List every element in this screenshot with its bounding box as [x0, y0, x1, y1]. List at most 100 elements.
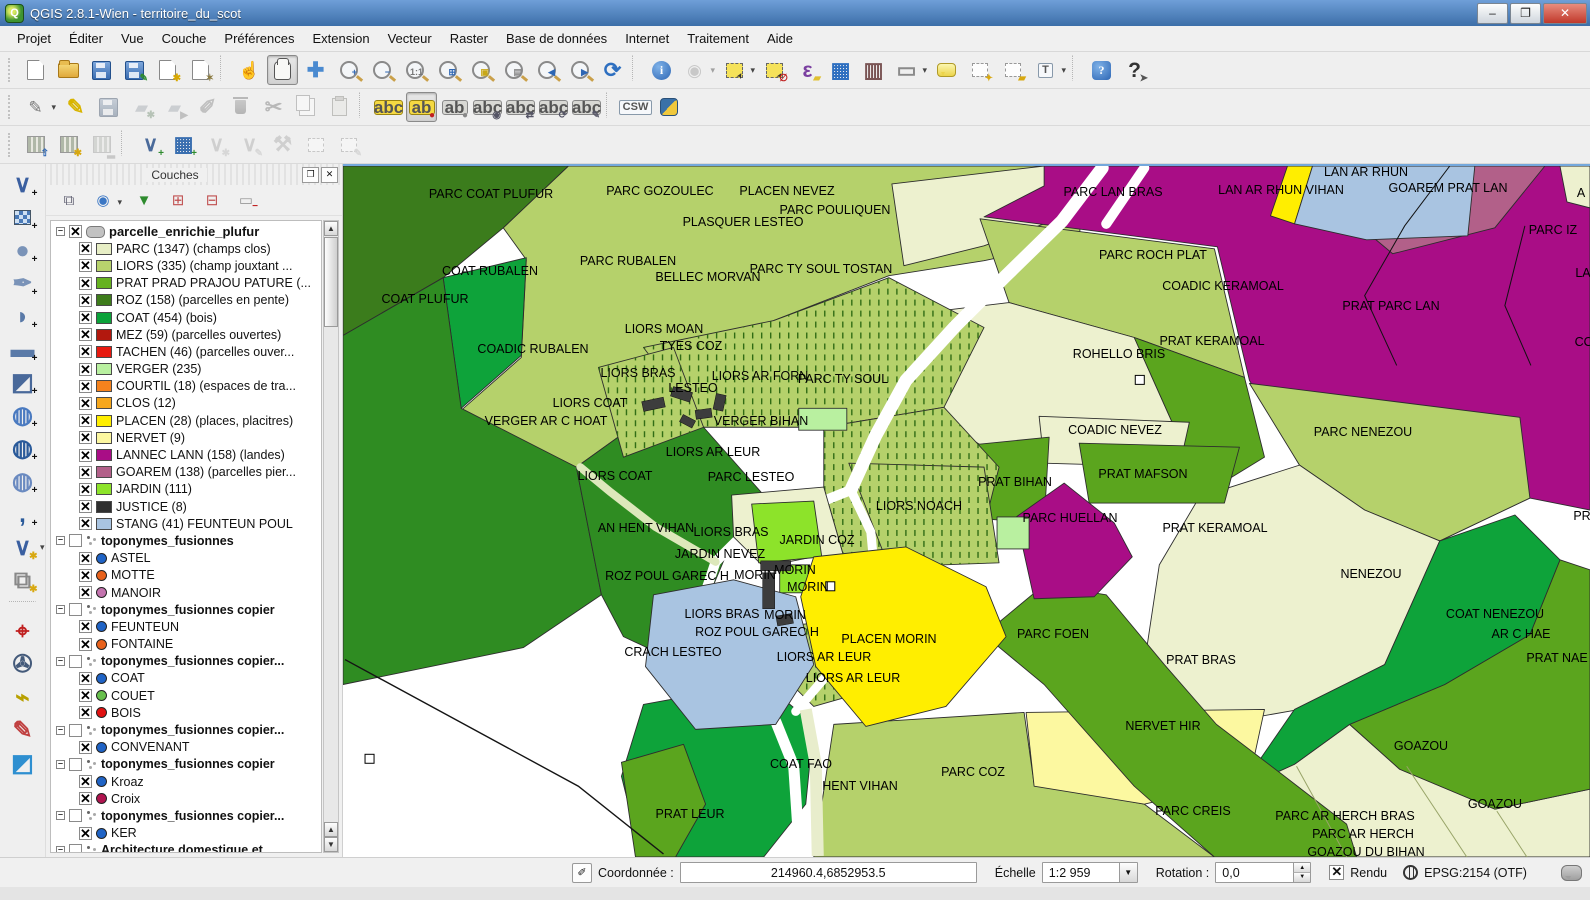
zoom-to-layer-button[interactable]: ▤	[498, 55, 529, 85]
add-oracle-layer-button[interactable]: ▬ +	[6, 334, 40, 365]
add-group-button[interactable]: ⧉	[55, 187, 83, 213]
filter-legend-button[interactable]: ▼	[130, 187, 158, 213]
menu-item[interactable]: Aide	[758, 28, 802, 49]
layer-tree-row[interactable]: ✕ PLACEN (28) (places, placitres)	[53, 412, 321, 429]
menu-item[interactable]: Internet	[616, 28, 678, 49]
layer-checkbox[interactable]: ✕	[69, 225, 82, 238]
statistics-button[interactable]: ▥	[858, 55, 889, 85]
layer-checkbox[interactable]: ✕	[79, 552, 92, 565]
layer-tree-row[interactable]: ✕ PARC (1347) (champs clos)	[53, 240, 321, 257]
label-highlight-button[interactable]: ab ●	[439, 92, 470, 122]
clip-raster-tool-button[interactable]: ▦ +	[168, 130, 199, 160]
layer-tree-row[interactable]: ✕ parcelle_enrichie_plufur	[53, 223, 321, 240]
menu-item[interactable]: Raster	[441, 28, 497, 49]
layer-labeling-button[interactable]: abc	[373, 92, 404, 122]
zoom-to-selection-button[interactable]: ▣	[465, 55, 496, 85]
paste-features-button[interactable]	[324, 92, 355, 122]
layer-tree-row[interactable]: ✕ FONTAINE	[53, 636, 321, 653]
layer-tree-row[interactable]: ✕ COAT	[53, 670, 321, 687]
raster-star-button[interactable]: ✱	[53, 130, 84, 160]
layer-checkbox[interactable]	[69, 534, 82, 547]
layer-tree-row[interactable]: ✕ COAT (454) (bois)	[53, 309, 321, 326]
layer-tree-row[interactable]: ✕ PRAT PRAD PRAJOU PATURE (...	[53, 275, 321, 292]
zoom-next-button[interactable]: ▶	[564, 55, 595, 85]
layer-checkbox[interactable]: ✕	[79, 294, 92, 307]
deselect-features-button[interactable]: ∅	[759, 55, 790, 85]
layer-checkbox[interactable]: ✕	[79, 242, 92, 255]
new-print-composer-button[interactable]: ✱	[152, 55, 183, 85]
show-hide-labels-button[interactable]: abc ◉	[472, 92, 503, 122]
layer-checkbox[interactable]: ✕	[79, 827, 92, 840]
expander-icon[interactable]	[56, 846, 65, 853]
node-tool-button[interactable]: ✐	[192, 92, 223, 122]
select-by-expression-button[interactable]: ε ▰	[792, 55, 823, 85]
menu-item[interactable]: Éditer	[60, 28, 112, 49]
menu-item[interactable]: Extension	[304, 28, 379, 49]
layer-checkbox[interactable]: ✕	[79, 517, 92, 530]
expander-icon[interactable]	[56, 657, 65, 666]
add-mssql-layer-button[interactable]: ◗ +	[6, 301, 40, 332]
layer-checkbox[interactable]	[69, 724, 82, 737]
add-postgis-layer-button[interactable]: ● +	[6, 235, 40, 266]
coordinate-capture-button[interactable]: ⌖	[6, 616, 40, 647]
layer-tree-row[interactable]: ✕ COURTIL (18) (espaces de tra...	[53, 378, 321, 395]
collapse-all-button[interactable]: ⊟	[198, 187, 226, 213]
layer-tree-row[interactable]: Architecture domestique et ...	[53, 842, 321, 853]
layer-checkbox[interactable]: ✕	[79, 380, 92, 393]
current-edits-button[interactable]: ✎	[20, 92, 51, 122]
layer-checkbox[interactable]: ✕	[79, 277, 92, 290]
polygon-node-tool-button[interactable]: ◩	[6, 748, 40, 779]
maximize-button[interactable]: ❐	[1510, 3, 1541, 24]
menu-item[interactable]: Vue	[112, 28, 153, 49]
layer-checkbox[interactable]	[69, 603, 82, 616]
zoom-in-button[interactable]: +	[333, 55, 364, 85]
layer-tree-row[interactable]: ✕ STANG (41) FEUNTEUN POUL	[53, 515, 321, 532]
layer-checkbox[interactable]: ✕	[79, 397, 92, 410]
map-canvas[interactable]: PARC COAT PLUFUR PARC GOZOULEC PLACEN NE…	[343, 164, 1590, 857]
new-project-button[interactable]	[20, 55, 51, 85]
layer-tree-row[interactable]: ✕ GOAREM (138) (parcelles pier...	[53, 464, 321, 481]
layer-tree-row[interactable]: ✕ ROZ (158) (parcelles en pente)	[53, 292, 321, 309]
layer-checkbox[interactable]	[69, 655, 82, 668]
zoom-last-button[interactable]: ◀	[531, 55, 562, 85]
layer-tree-row[interactable]: ✕ NERVET (9)	[53, 429, 321, 446]
change-label-button[interactable]: abc ✎	[571, 92, 602, 122]
layer-checkbox[interactable]: ✕	[79, 775, 92, 788]
vector-star-tool-button[interactable]: ∨ ✱	[201, 130, 232, 160]
expander-icon[interactable]	[56, 536, 65, 545]
python-console-button[interactable]	[653, 92, 684, 122]
layer-tree-row[interactable]: toponymes_fusionnes copier...	[53, 653, 321, 670]
text-annotation-button[interactable]: T	[1030, 55, 1061, 85]
add-wfs-layer-button[interactable]: ◍ +	[6, 466, 40, 497]
layer-checkbox[interactable]: ✕	[79, 741, 92, 754]
pan-to-selection-button[interactable]: ✚	[300, 55, 331, 85]
layer-tree-row[interactable]: toponymes_fusionnes copier	[53, 756, 321, 773]
layer-checkbox[interactable]: ✕	[79, 638, 92, 651]
menu-item[interactable]: Traitement	[678, 28, 758, 49]
help-button[interactable]: ?	[1086, 55, 1117, 85]
map-tips-button[interactable]	[931, 55, 962, 85]
show-bookmarks-button[interactable]: ▰	[997, 55, 1028, 85]
build-tool-button[interactable]: ⚒	[267, 130, 298, 160]
raster-histogram-button[interactable]: ⇧	[20, 130, 51, 160]
scale-combo[interactable]: 1:2 959 ▼	[1042, 862, 1138, 883]
refresh-map-button[interactable]: ⟳	[597, 55, 628, 85]
open-project-button[interactable]	[53, 55, 84, 85]
coordinate-input[interactable]: 214960.4,6852953.5	[680, 862, 977, 883]
layer-tree-row[interactable]: ✕ JARDIN (111)	[53, 481, 321, 498]
add-delimited-text-layer-button[interactable]: , +	[6, 499, 40, 530]
new-bookmark-button[interactable]: ✦	[964, 55, 995, 85]
expander-icon[interactable]	[56, 760, 65, 769]
layer-checkbox[interactable]: ✕	[79, 586, 92, 599]
layer-tree-row[interactable]: ✕ Croix	[53, 790, 321, 807]
move-label-button[interactable]: abc ⇄	[505, 92, 536, 122]
menu-item[interactable]: Vecteur	[379, 28, 441, 49]
layer-tree-row[interactable]: toponymes_fusionnes	[53, 532, 321, 549]
raster-stretch-button[interactable]: ▂	[86, 130, 117, 160]
layer-tree-row[interactable]: ✕ LANNEC LANN (158) (landes)	[53, 446, 321, 463]
copy-features-button[interactable]	[291, 92, 322, 122]
offset-point-button[interactable]: ⌁	[6, 682, 40, 713]
layer-tree-row[interactable]: ✕ COUET	[53, 687, 321, 704]
rotation-down-icon[interactable]: ▼	[1293, 872, 1310, 883]
layer-checkbox[interactable]: ✕	[79, 345, 92, 358]
